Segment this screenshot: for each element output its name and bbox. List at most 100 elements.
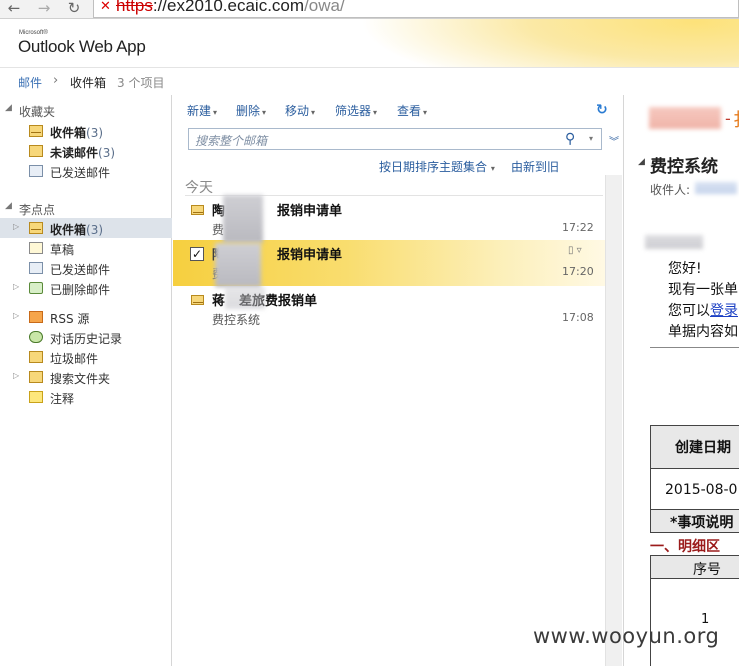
move-button[interactable]: 移动 ▾	[285, 102, 315, 119]
table-cell-seq: 1	[650, 578, 739, 666]
chevron-down-icon: ▾	[373, 108, 378, 117]
message-list-pane: 新建 ▾ 删除 ▾ 移动 ▾ 筛选器 ▾ 查看 ▾ ↻ 搜索整个邮箱 ⚲ ▾ ︾ 按日期排…	[173, 95, 624, 666]
forward-arrow-icon[interactable]: →	[34, 0, 54, 18]
header-decoration	[359, 19, 739, 67]
favorites-item-inbox[interactable]: 收件箱(3)	[0, 121, 172, 141]
item-count: 3 个项目	[117, 76, 165, 90]
redaction-blur	[225, 287, 265, 309]
chevron-down-icon: ▾	[423, 108, 428, 117]
table-header-note: *事项说明	[650, 509, 739, 533]
favorites-title: 收藏夹	[19, 105, 56, 119]
divider	[650, 347, 739, 348]
delete-button[interactable]: 删除 ▾	[236, 102, 266, 119]
folder-item-sent[interactable]: 已发送邮件	[0, 258, 172, 278]
chevron-down-icon: ▾	[311, 108, 316, 117]
deleted-icon	[29, 282, 43, 294]
folder-label: 已发送邮件	[50, 166, 111, 180]
chevron-down-icon[interactable]: ▾	[589, 134, 593, 143]
url-field[interactable]: ✕ https://ex2010.ecaic.com/owa/	[93, 0, 739, 18]
folder-label: 未读邮件(3)	[50, 146, 116, 160]
microsoft-wordmark: Microsoft®	[19, 30, 48, 36]
reading-subject: 费控系统	[650, 157, 718, 177]
table-header-created-date: 创建日期	[650, 425, 739, 469]
redaction-blur	[215, 243, 261, 287]
list-scrollbar[interactable]	[605, 175, 622, 666]
mailbox-owner-title: 李点点	[19, 203, 56, 217]
flag-icon[interactable]: ▯ ▿	[568, 245, 582, 256]
search-folder-icon	[29, 371, 43, 383]
expand-arrow-icon[interactable]: ▷	[13, 371, 19, 380]
filter-button[interactable]: 筛选器 ▾	[335, 102, 377, 119]
title-fragment: 扌	[733, 106, 739, 132]
folder-item-drafts[interactable]: 草稿	[0, 238, 172, 258]
folder-item-inbox[interactable]: ▷ 收件箱(3)	[0, 218, 172, 238]
chevron-down-icon: ▾	[490, 164, 495, 173]
redaction-blur	[645, 235, 703, 249]
folder-item-deleted[interactable]: ▷ 已删除邮件	[0, 278, 172, 298]
folder-label: 对话历史记录	[50, 332, 123, 346]
redaction-blur	[223, 195, 263, 243]
search-icon[interactable]: ⚲	[565, 131, 575, 147]
search-placeholder: 搜索整个邮箱	[195, 134, 268, 148]
folder-item-notes[interactable]: 注释	[0, 387, 172, 407]
sent-icon	[29, 262, 43, 274]
expand-arrow-icon[interactable]: ▷	[13, 222, 19, 231]
folder-item-junk[interactable]: 垃圾邮件	[0, 347, 172, 367]
login-link[interactable]: 登录	[710, 303, 738, 319]
app-header: Microsoft® Outlook Web App	[0, 19, 739, 67]
collapse-reading-pane-icon[interactable]: ︾	[609, 133, 619, 148]
sort-order-button[interactable]: 由新到旧	[511, 158, 559, 175]
view-button[interactable]: 查看 ▾	[397, 102, 427, 119]
app-logo: Outlook Web App	[18, 37, 146, 56]
favorites-item-sent[interactable]: 已发送邮件	[0, 161, 172, 181]
collapse-arrow-icon[interactable]: ◢	[5, 201, 12, 211]
folder-item-search-folders[interactable]: ▷ 搜索文件夹	[0, 367, 172, 387]
checkbox-checked[interactable]: ✓	[190, 247, 204, 261]
drafts-icon	[29, 242, 43, 254]
unread-envelope-icon	[191, 295, 204, 305]
message-time: 17:22	[562, 221, 594, 234]
message-sender: 费控系统	[212, 313, 261, 327]
sent-icon	[29, 165, 43, 177]
redaction-blur	[649, 107, 721, 129]
collapse-arrow-icon[interactable]: ◢	[5, 103, 12, 113]
new-button[interactable]: 新建 ▾	[187, 102, 217, 119]
folder-item-rss[interactable]: ▷ RSS 源	[0, 307, 172, 327]
favorites-group[interactable]: ◢ 收藏夹	[0, 101, 172, 119]
folder-label: 垃圾邮件	[50, 352, 99, 366]
search-folder-icon	[29, 145, 43, 157]
body-line: 您可以登录	[668, 303, 738, 319]
message-time: 17:08	[562, 311, 594, 324]
reload-icon[interactable]: ↻	[64, 0, 84, 18]
junk-icon	[29, 351, 43, 363]
body-line: 现有一张单	[668, 282, 738, 298]
favorites-item-unread[interactable]: 未读邮件(3)	[0, 141, 172, 161]
expand-header-icon[interactable]: ◢	[638, 157, 645, 167]
title-separator: -	[725, 109, 731, 128]
chevron-down-icon: ▾	[213, 108, 218, 117]
breadcrumb-current: 收件箱	[70, 76, 107, 90]
expand-arrow-icon[interactable]: ▷	[13, 311, 19, 320]
notes-icon	[29, 391, 43, 403]
body-greeting: 您好!	[668, 261, 702, 277]
expand-arrow-icon[interactable]: ▷	[13, 282, 19, 291]
insecure-lock-icon: ✕	[100, 0, 111, 14]
folder-item-conversation-history[interactable]: 对话历史记录	[0, 327, 172, 347]
folder-label: 收件箱(3)	[50, 126, 104, 140]
rss-icon	[29, 311, 43, 323]
conversation-history-icon	[29, 331, 43, 343]
folder-label: 注释	[50, 392, 75, 406]
inbox-icon	[29, 125, 43, 137]
breadcrumb-mail-link[interactable]: 邮件	[18, 74, 42, 91]
refresh-icon[interactable]: ↻	[596, 103, 610, 117]
folder-label: RSS 源	[50, 312, 90, 326]
url-text: https://ex2010.ecaic.com/owa/	[116, 0, 345, 15]
search-input[interactable]: 搜索整个邮箱 ⚲ ▾	[188, 128, 602, 150]
mailbox-group[interactable]: ◢ 李点点	[0, 199, 172, 217]
body-line: 单据内容如	[668, 324, 738, 340]
breadcrumb: 邮件 › 收件箱 3 个项目	[0, 67, 739, 95]
folder-label: 已删除邮件	[50, 283, 111, 297]
back-arrow-icon[interactable]: ←	[4, 0, 24, 18]
sort-by-button[interactable]: 按日期排序主题集合 ▾	[379, 158, 495, 175]
table-header-seq: 序号	[650, 555, 739, 579]
